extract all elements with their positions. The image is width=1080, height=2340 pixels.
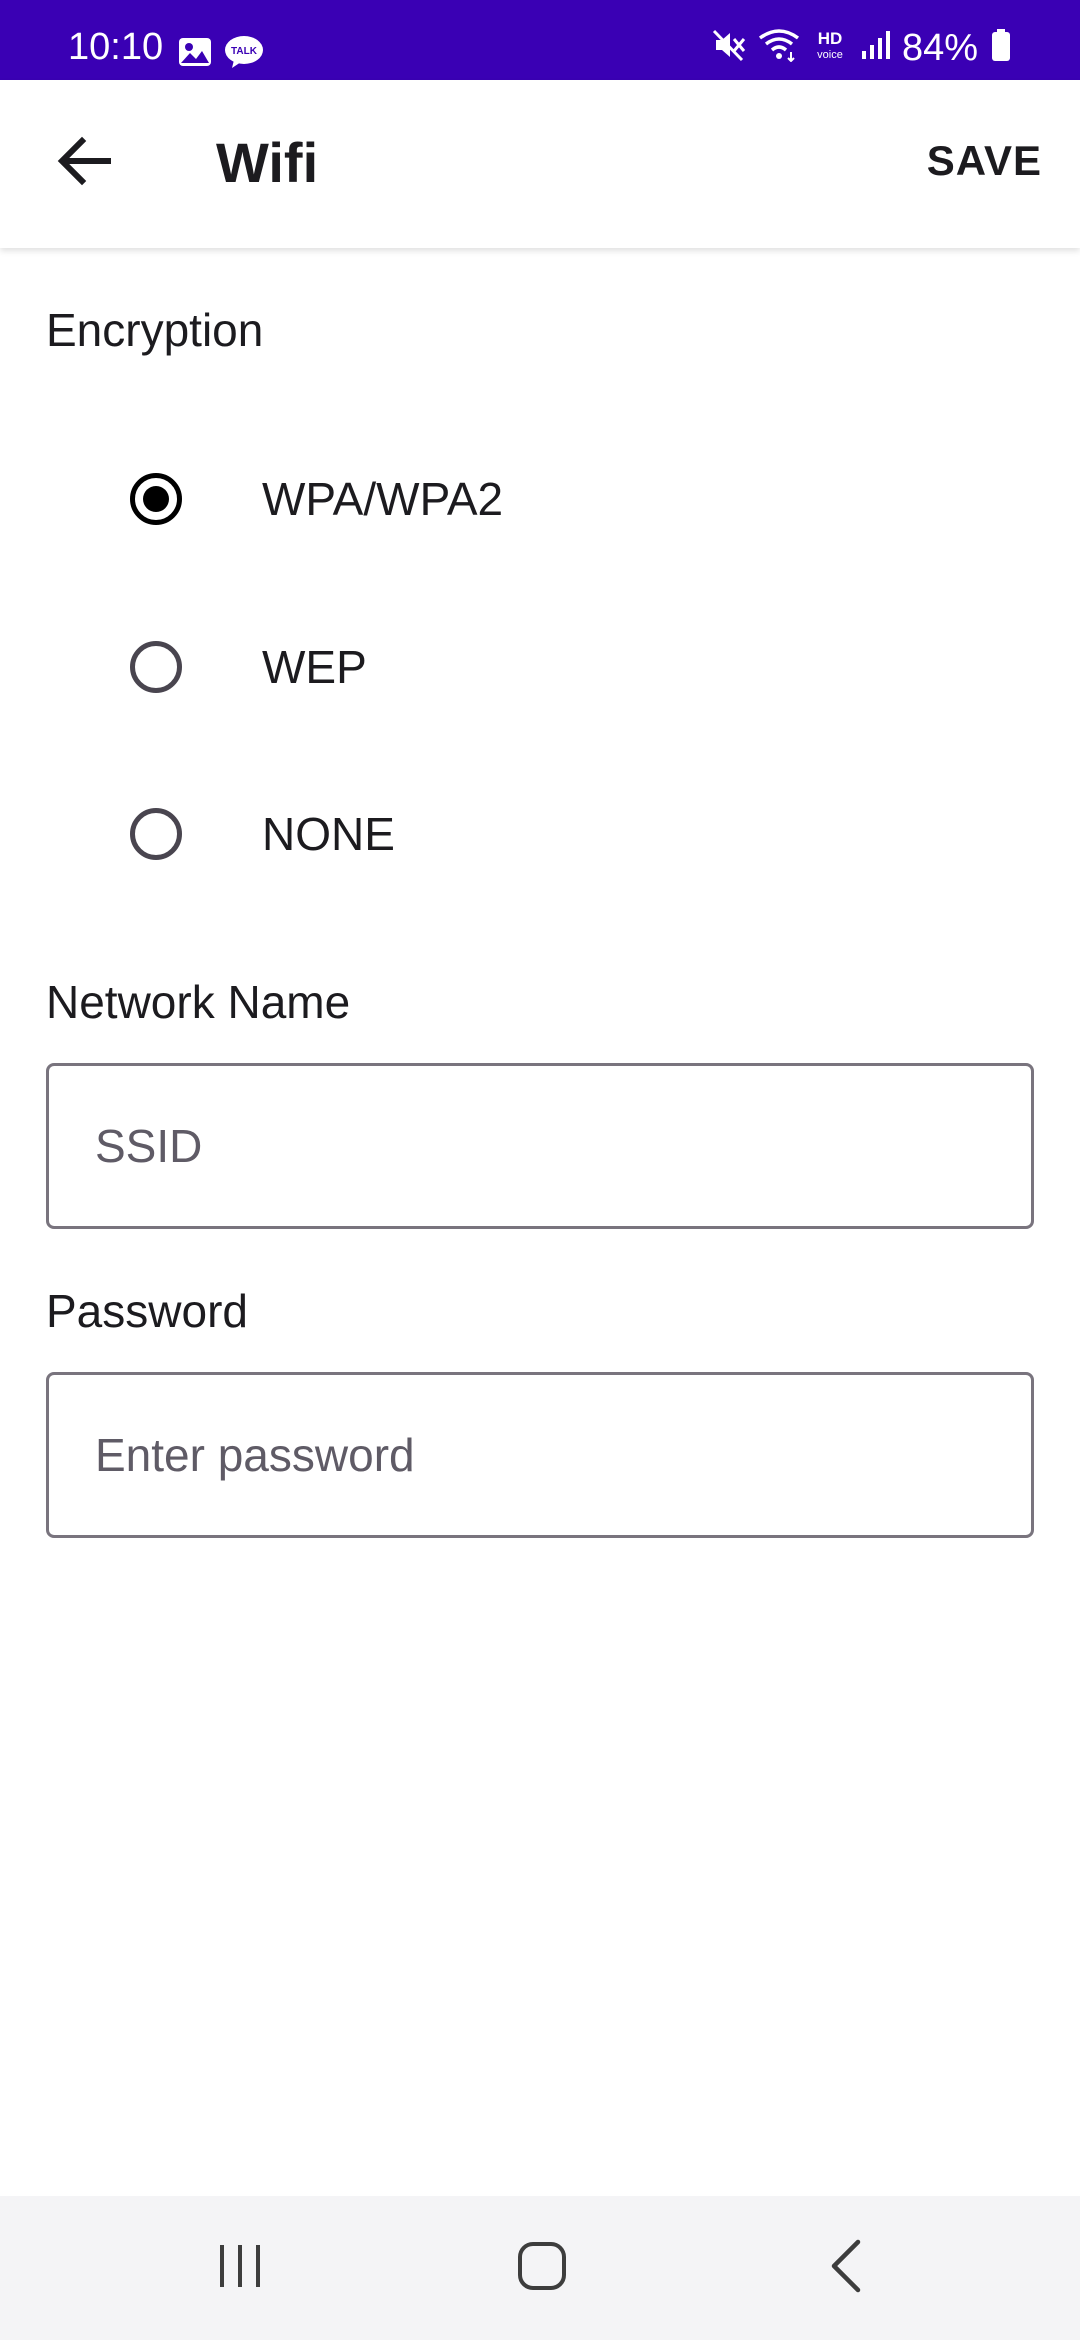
hd-label: HD bbox=[818, 29, 843, 48]
radio-option-none[interactable]: NONE bbox=[130, 779, 1030, 889]
status-left-icons: TALK bbox=[178, 35, 264, 74]
radio-button-checked-icon[interactable] bbox=[130, 473, 182, 525]
password-field[interactable] bbox=[46, 1372, 1034, 1538]
radio-label-wep: WEP bbox=[262, 641, 367, 693]
password-input[interactable] bbox=[95, 1375, 995, 1535]
encryption-label: Encryption bbox=[46, 304, 264, 356]
radio-button-unchecked-icon[interactable] bbox=[130, 641, 182, 693]
nav-back-button[interactable] bbox=[786, 2226, 906, 2310]
talk-badge-text: TALK bbox=[231, 46, 258, 57]
home-button[interactable] bbox=[482, 2226, 602, 2310]
hd-voice-icon: HD voice bbox=[812, 28, 848, 67]
radio-option-wep[interactable]: WEP bbox=[130, 612, 1030, 722]
network-name-label: Network Name bbox=[46, 976, 351, 1028]
radio-button-unchecked-icon[interactable] bbox=[130, 808, 182, 860]
home-icon bbox=[516, 2240, 568, 2297]
talk-icon: TALK bbox=[224, 35, 264, 74]
status-right-icons: HD voice 84% bbox=[712, 28, 1012, 67]
voice-label: voice bbox=[817, 49, 843, 61]
status-bar: 10:10 TALK HD voice 84% bbox=[0, 0, 1080, 80]
recent-apps-button[interactable] bbox=[180, 2226, 300, 2310]
gallery-icon bbox=[178, 37, 212, 72]
app-bar: Wifi SAVE bbox=[0, 80, 1080, 248]
ssid-field[interactable] bbox=[46, 1063, 1034, 1229]
wifi-icon bbox=[758, 28, 800, 67]
signal-icon bbox=[860, 29, 890, 66]
save-button[interactable]: SAVE bbox=[927, 140, 1042, 182]
status-time: 10:10 bbox=[68, 26, 164, 68]
back-icon bbox=[826, 2238, 866, 2299]
battery-percentage: 84% bbox=[901, 26, 978, 69]
ssid-input[interactable] bbox=[95, 1066, 995, 1226]
navigation-bar bbox=[0, 2196, 1080, 2340]
radio-option-wpa[interactable]: WPA/WPA2 bbox=[130, 444, 1030, 554]
mute-icon bbox=[712, 28, 746, 67]
back-button[interactable] bbox=[44, 118, 124, 208]
battery-icon bbox=[990, 28, 1012, 67]
page-title: Wifi bbox=[216, 131, 319, 194]
recent-apps-icon bbox=[215, 2241, 265, 2296]
arrow-back-icon bbox=[56, 136, 112, 191]
radio-label-wpa: WPA/WPA2 bbox=[262, 473, 504, 525]
radio-label-none: NONE bbox=[262, 808, 395, 860]
password-label: Password bbox=[46, 1285, 248, 1337]
